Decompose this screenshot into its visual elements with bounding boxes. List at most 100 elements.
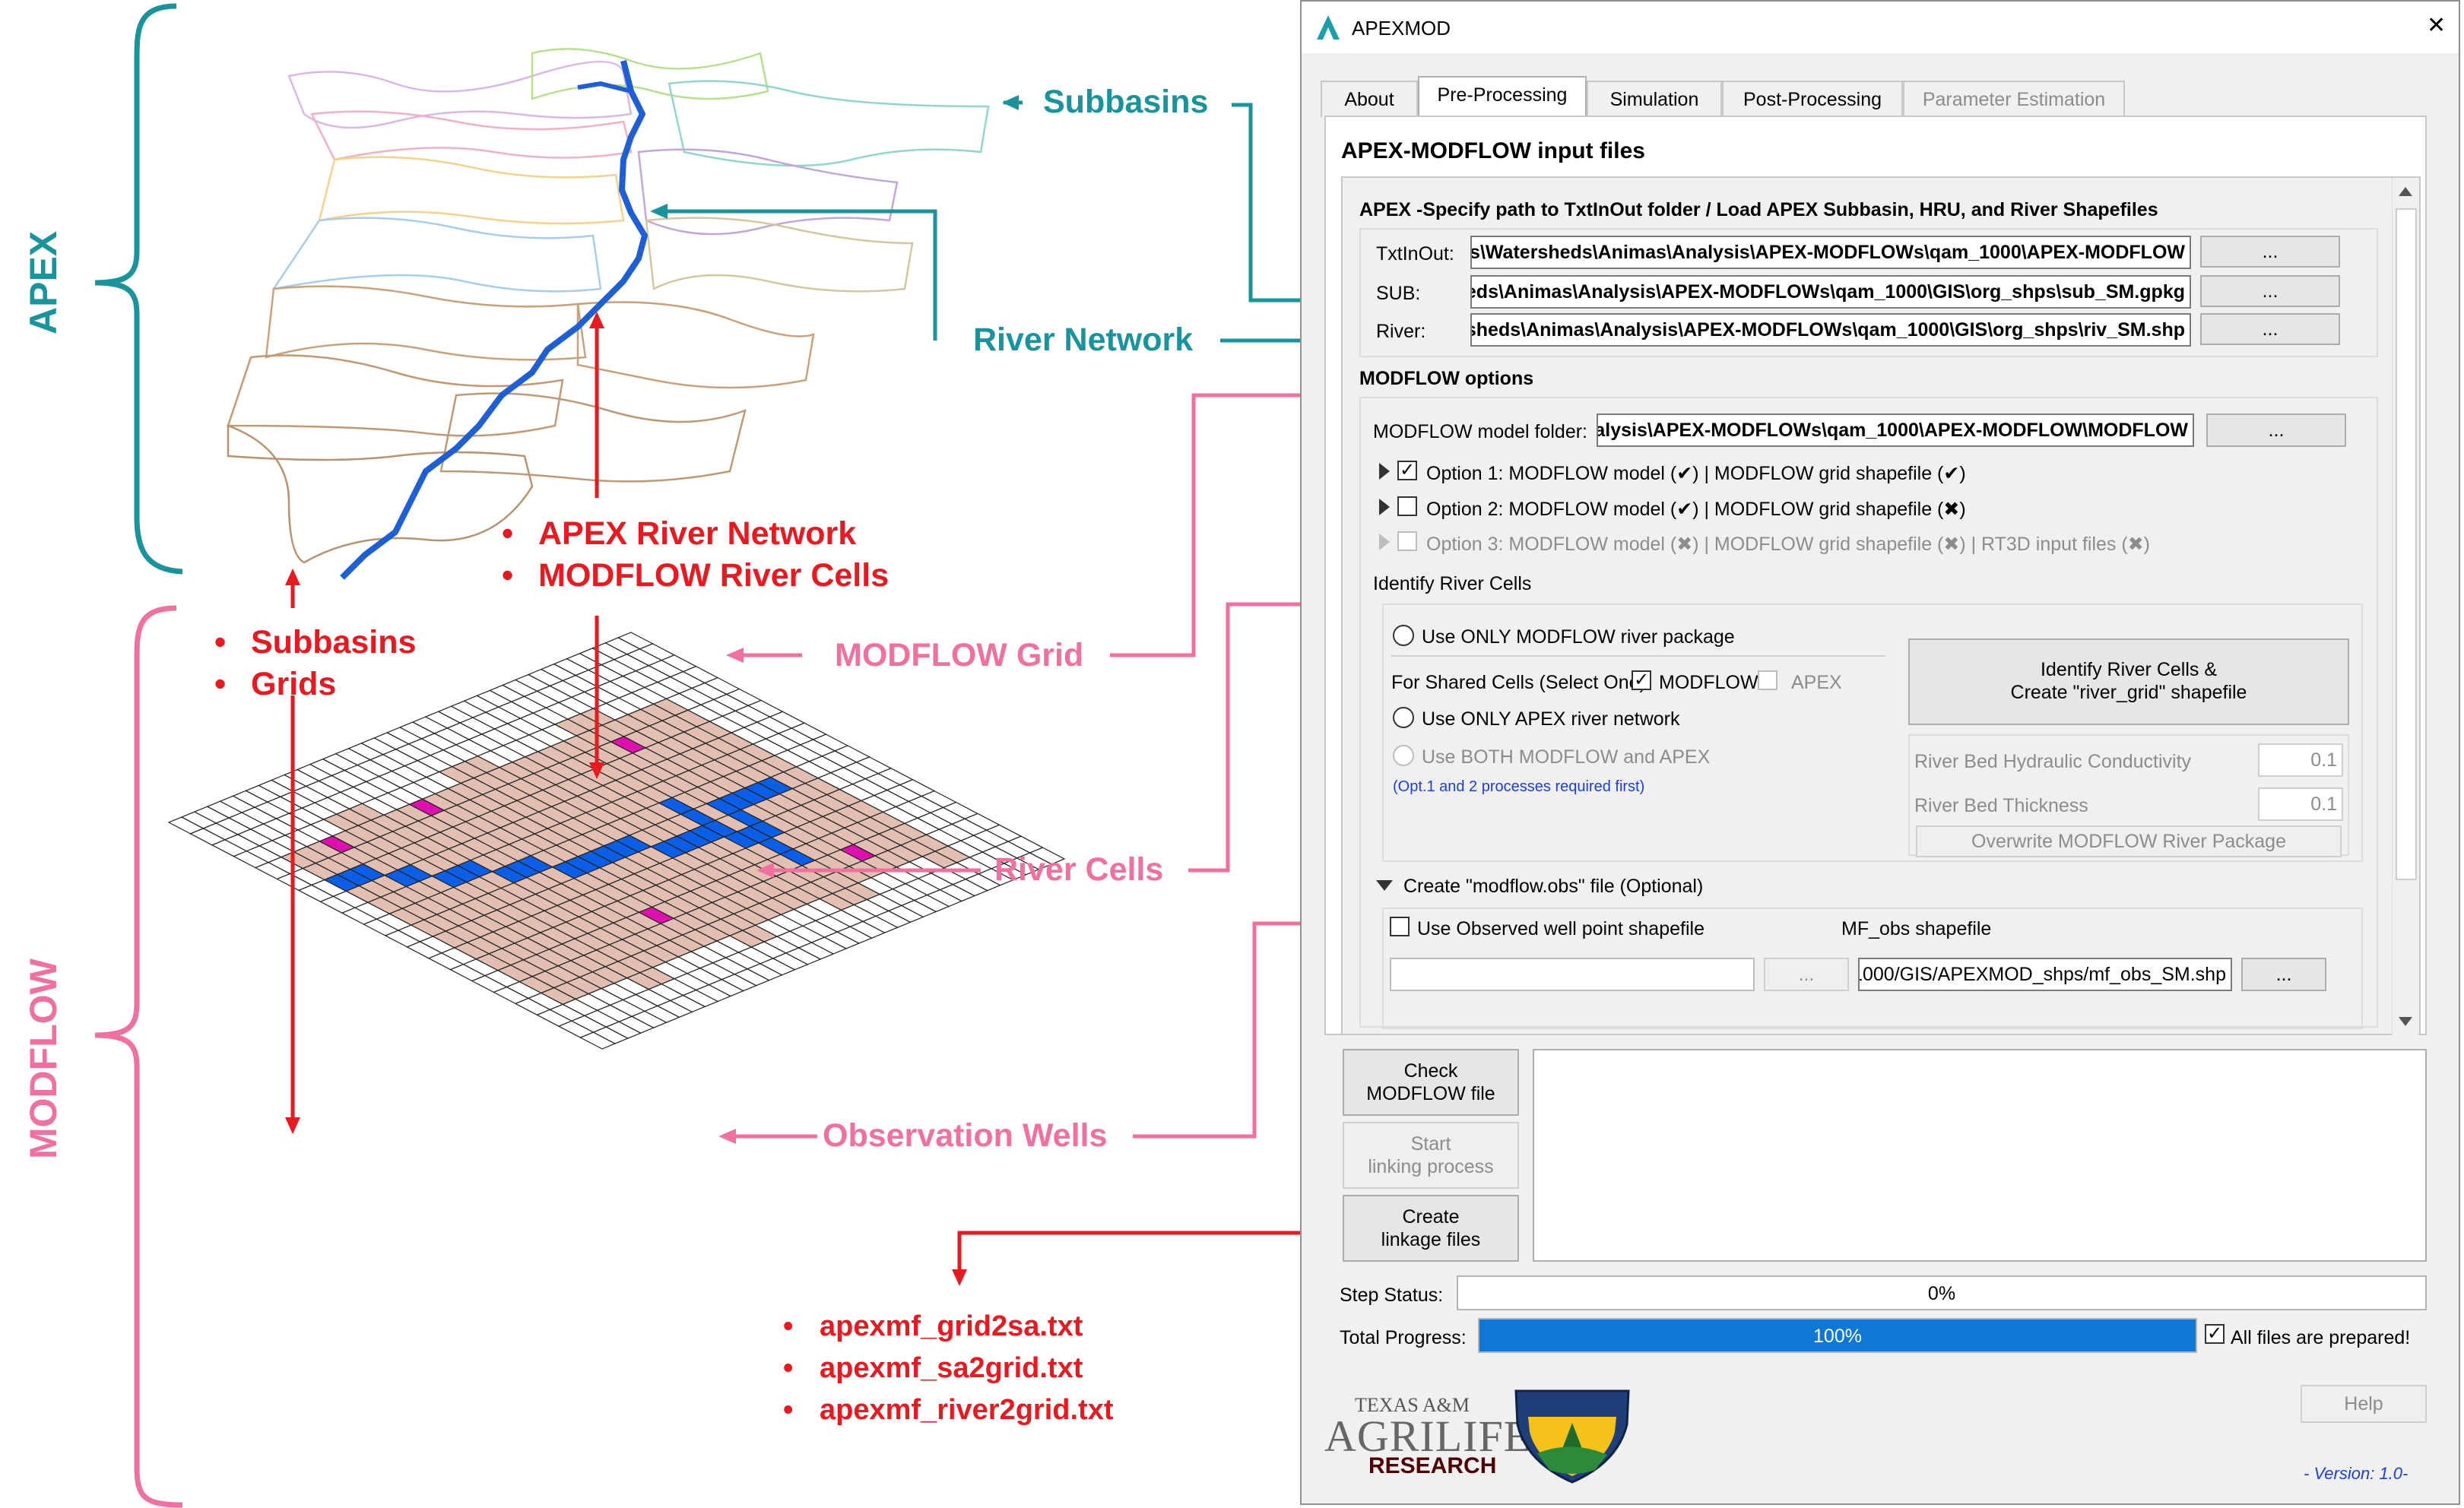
- tab-about[interactable]: About: [1321, 81, 1418, 117]
- check-modflow-button[interactable]: Check MODFLOW file: [1343, 1049, 1519, 1116]
- riverbed-t-label: River Bed Thickness: [1914, 795, 2088, 816]
- bullet-item: Subbasins: [214, 622, 416, 664]
- modflow-only-label: Use ONLY MODFLOW river package: [1422, 626, 1735, 648]
- option3-checkbox[interactable]: [1397, 531, 1417, 551]
- apexmod-window: APEXMOD ✕ About Pre-Processing Simulatio…: [1300, 0, 2460, 1505]
- obs-well-label: Use Observed well point shapefile: [1417, 918, 1705, 939]
- bullet-item: apexmf_river2grid.txt: [783, 1389, 1114, 1431]
- bullet-item: APEX River Network: [502, 513, 889, 555]
- shared-modflow-checkbox[interactable]: ✓: [1632, 670, 1651, 690]
- scroll-down-icon[interactable]: [2399, 1017, 2412, 1026]
- bullet-item: MODFLOW River Cells: [502, 555, 889, 597]
- modflow-grid-label: MODFLOW Grid: [835, 637, 1084, 673]
- total-progress-label: Total Progress:: [1340, 1327, 1467, 1348]
- obs-well-checkbox[interactable]: [1390, 917, 1410, 936]
- bullet-item: apexmf_sa2grid.txt: [783, 1348, 1114, 1389]
- apexmod-logo-icon: [1317, 15, 1340, 40]
- observation-wells-label: Observation Wells: [823, 1117, 1108, 1154]
- obs-title: Create "modflow.obs" file (Optional): [1403, 876, 1704, 897]
- prerequisite-note: (Opt.1 and 2 processes required first): [1393, 778, 1645, 795]
- texas-am-agrilife-logo: TEXAS A&M AGRILIFE RESEARCH: [1324, 1394, 1532, 1478]
- divider: [1391, 655, 1885, 657]
- modflow-folder-browse-button[interactable]: ...: [2206, 413, 2346, 447]
- tab-simulation[interactable]: Simulation: [1587, 81, 1722, 117]
- tab-post-processing[interactable]: Post-Processing: [1722, 81, 1903, 117]
- riverbed-k-label: River Bed Hydraulic Conductivity: [1914, 751, 2192, 772]
- txtinout-browse-button[interactable]: ...: [2200, 236, 2340, 268]
- apex-side-label: APEX: [22, 230, 65, 334]
- riverbed-k-field[interactable]: 0.1: [2258, 743, 2343, 777]
- version-label: - Version: 1.0-: [2304, 1464, 2409, 1483]
- total-progress-value: 100%: [1813, 1326, 1862, 1347]
- modflow-only-radio[interactable]: [1393, 625, 1414, 646]
- section-title: APEX-MODFLOW input files: [1341, 138, 1645, 163]
- step-status-label: Step Status:: [1340, 1285, 1444, 1306]
- river-field[interactable]: C:\Users\Watersheds\Animas\Analysis\APEX…: [1470, 313, 2191, 347]
- scroll-up-icon[interactable]: [2399, 187, 2412, 196]
- obs-well-browse-button[interactable]: ...: [1764, 958, 1849, 991]
- option1-checkbox[interactable]: ✓: [1397, 461, 1417, 480]
- log-output-box[interactable]: [1533, 1049, 2427, 1262]
- shared-modflow-label: MODFLOW: [1659, 672, 1758, 693]
- txtinout-label: TxtInOut:: [1376, 243, 1454, 265]
- option3-label: Option 3: MODFLOW model (✖) | MODFLOW gr…: [1426, 534, 2150, 555]
- pre-processing-panel: APEX-MODFLOW input files APEX -Specify p…: [1324, 116, 2427, 1035]
- tab-parameter-estimation[interactable]: Parameter Estimation: [1903, 81, 2125, 117]
- sub-label: SUB:: [1376, 283, 1421, 304]
- shared-apex-checkbox[interactable]: [1758, 670, 1777, 690]
- vertical-scrollbar[interactable]: [2392, 178, 2418, 1035]
- modflow-side-label: MODFLOW: [22, 958, 65, 1159]
- bullet-item: apexmf_grid2sa.txt: [783, 1306, 1114, 1348]
- mf-obs-shapefile-label: MF_obs shapefile: [1841, 918, 1992, 939]
- apex-only-label: Use ONLY APEX river network: [1422, 708, 1680, 730]
- scroll-thumb[interactable]: [2396, 208, 2417, 880]
- option1-label: Option 1: MODFLOW model (✔) | MODFLOW gr…: [1426, 463, 1966, 484]
- tab-pre-processing[interactable]: Pre-Processing: [1418, 76, 1587, 119]
- option1-expand-icon[interactable]: [1379, 463, 1390, 480]
- river-label: River:: [1376, 321, 1426, 342]
- identify-river-cells-button[interactable]: Identify River Cells & Create "river_gri…: [1908, 638, 2349, 725]
- mf-obs-shapefile-field[interactable]: C:\Users\Watersheds\qam_1000/GIS/APEXMOD…: [1858, 958, 2232, 991]
- create-linkage-button[interactable]: Create linkage files: [1343, 1195, 1519, 1262]
- sub-field[interactable]: C:\Users\Watersheds\Animas\Analysis\APEX…: [1470, 275, 2191, 309]
- close-icon[interactable]: ✕: [2427, 12, 2446, 39]
- option2-expand-icon[interactable]: [1379, 499, 1390, 515]
- sub-browse-button[interactable]: ...: [2200, 275, 2340, 307]
- both-radio[interactable]: [1393, 745, 1414, 766]
- apex-group-title: APEX -Specify path to TxtInOut folder / …: [1359, 199, 2158, 220]
- subbasin-bullets: Subbasins Grids: [214, 622, 416, 705]
- river-cells-label: River Cells: [994, 851, 1164, 888]
- subbasin-outlines: [227, 48, 990, 564]
- obs-well-field[interactable]: [1390, 958, 1755, 991]
- shared-apex-label: APEX: [1791, 672, 1842, 693]
- river-browse-button[interactable]: ...: [2200, 313, 2340, 345]
- blm-shield-logo: [1514, 1389, 1630, 1484]
- output-file-bullets: apexmf_grid2sa.txt apexmf_sa2grid.txt ap…: [783, 1306, 1114, 1431]
- option2-checkbox[interactable]: [1397, 496, 1417, 516]
- txtinout-field[interactable]: C:\Users\Watersheds\Animas\Analysis\APEX…: [1470, 236, 2191, 269]
- start-linking-button[interactable]: Start linking process: [1343, 1122, 1519, 1189]
- step-status-value: 0%: [1927, 1283, 1956, 1304]
- mf-obs-browse-button[interactable]: ...: [2241, 958, 2326, 991]
- obs-collapse-icon[interactable]: [1376, 880, 1393, 891]
- modflow-options-title: MODFLOW options: [1359, 368, 1534, 389]
- all-prepared-checkbox[interactable]: ✓: [2205, 1324, 2225, 1344]
- riverbed-t-field[interactable]: 0.1: [2258, 787, 2343, 821]
- subbasins-label: Subbasins: [1043, 84, 1209, 120]
- option3-expand-icon[interactable]: [1379, 534, 1390, 550]
- step-status-bar: 0%: [1457, 1275, 2427, 1310]
- window-title: APEXMOD: [1352, 17, 1451, 40]
- all-prepared-label: All files are prepared!: [2231, 1327, 2411, 1348]
- bullet-item: Grids: [214, 664, 416, 705]
- modflow-folder-field[interactable]: C:\Users\Watersheds\Animas\Analysis\APEX…: [1597, 413, 2194, 447]
- apex-only-radio[interactable]: [1393, 707, 1414, 728]
- overwrite-river-package-button[interactable]: Overwrite MODFLOW River Package: [1916, 825, 2342, 857]
- annotation-arrows: [285, 95, 1368, 1286]
- help-button[interactable]: Help: [2301, 1385, 2427, 1423]
- modflow-brace: [94, 605, 183, 1508]
- apex-brace: [94, 3, 183, 575]
- river-network-label: River Network: [973, 322, 1194, 358]
- option2-label: Option 2: MODFLOW model (✔) | MODFLOW gr…: [1426, 499, 1966, 520]
- apex-river-bullets: APEX River Network MODFLOW River Cells: [502, 513, 889, 597]
- total-progress-bar: 100%: [1478, 1318, 2197, 1353]
